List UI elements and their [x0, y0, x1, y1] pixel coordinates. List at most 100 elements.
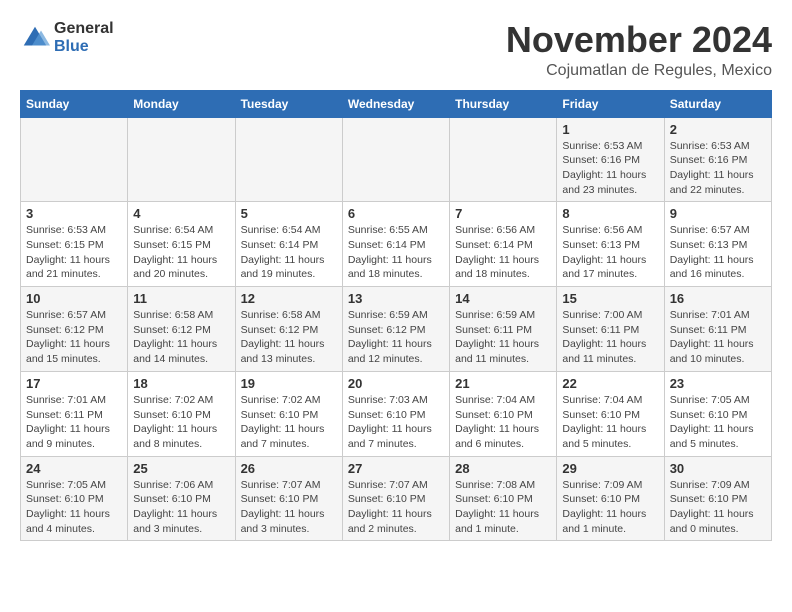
logo-text: General Blue [54, 20, 114, 55]
day-info: Sunrise: 6:53 AMSunset: 6:16 PMDaylight:… [670, 139, 766, 198]
day-number: 6 [348, 206, 444, 221]
day-number: 30 [670, 461, 766, 476]
day-number: 26 [241, 461, 337, 476]
day-info: Sunrise: 6:57 AMSunset: 6:12 PMDaylight:… [26, 308, 122, 367]
day-info: Sunrise: 6:55 AMSunset: 6:14 PMDaylight:… [348, 223, 444, 282]
week-row-4: 17 Sunrise: 7:01 AMSunset: 6:11 PMDayligh… [21, 371, 772, 456]
col-thursday: Thursday [450, 90, 557, 117]
day-cell: 24Sunrise: 7:05 AMSunset: 6:10 PMDayligh… [21, 456, 128, 541]
day-cell: 7Sunrise: 6:56 AMSunset: 6:14 PMDaylight… [450, 202, 557, 287]
day-number: 5 [241, 206, 337, 221]
day-info: Sunrise: 7:01 AMSunset: 6:11 PMDaylight:… [670, 308, 766, 367]
day-cell: 20Sunrise: 7:03 AMSunset: 6:10 PMDayligh… [342, 371, 449, 456]
day-number: 14 [455, 291, 551, 306]
day-cell: 14 Sunrise: 6:59 AMSunset: 6:11 PMDayligh… [450, 287, 557, 372]
day-cell: 10 Sunrise: 6:57 AMSunset: 6:12 PMDayligh… [21, 287, 128, 372]
day-cell: 26Sunrise: 7:07 AMSunset: 6:10 PMDayligh… [235, 456, 342, 541]
col-monday: Monday [128, 90, 235, 117]
day-number: 20 [348, 376, 444, 391]
day-cell: 8Sunrise: 6:56 AMSunset: 6:13 PMDaylight… [557, 202, 664, 287]
day-number: 2 [670, 122, 766, 137]
day-cell: 5 Sunrise: 6:54 AMSunset: 6:14 PMDaylight… [235, 202, 342, 287]
location: Cojumatlan de Regules, Mexico [506, 62, 772, 80]
day-cell: 12 Sunrise: 6:58 AMSunset: 6:12 PMDayligh… [235, 287, 342, 372]
day-info: Sunrise: 6:57 AMSunset: 6:13 PMDaylight:… [670, 223, 766, 282]
day-info: Sunrise: 6:54 AMSunset: 6:14 PMDaylight:… [241, 223, 337, 282]
col-tuesday: Tuesday [235, 90, 342, 117]
week-row-3: 10 Sunrise: 6:57 AMSunset: 6:12 PMDayligh… [21, 287, 772, 372]
day-number: 23 [670, 376, 766, 391]
day-cell: 29Sunrise: 7:09 AMSunset: 6:10 PMDayligh… [557, 456, 664, 541]
week-row-2: 3Sunrise: 6:53 AMSunset: 6:15 PMDaylight… [21, 202, 772, 287]
week-row-5: 24Sunrise: 7:05 AMSunset: 6:10 PMDayligh… [21, 456, 772, 541]
day-info: Sunrise: 6:53 AMSunset: 6:15 PMDaylight:… [26, 223, 122, 282]
day-info: Sunrise: 6:54 AMSunset: 6:15 PMDaylight:… [133, 223, 229, 282]
page-header: General Blue November 2024 Cojumatlan de… [20, 20, 772, 80]
week-row-1: 1Sunrise: 6:53 AMSunset: 6:16 PMDaylight… [21, 117, 772, 202]
day-info: Sunrise: 6:53 AMSunset: 6:16 PMDaylight:… [562, 139, 658, 198]
day-number: 11 [133, 291, 229, 306]
day-number: 4 [133, 206, 229, 221]
day-cell: 4 Sunrise: 6:54 AMSunset: 6:15 PMDaylight… [128, 202, 235, 287]
day-cell: 19 Sunrise: 7:02 AMSunset: 6:10 PMDayligh… [235, 371, 342, 456]
day-number: 28 [455, 461, 551, 476]
day-cell: 6 Sunrise: 6:55 AMSunset: 6:14 PMDaylight… [342, 202, 449, 287]
day-cell: 30 Sunrise: 7:09 AMSunset: 6:10 PMDayligh… [664, 456, 771, 541]
day-info: Sunrise: 6:58 AMSunset: 6:12 PMDaylight:… [241, 308, 337, 367]
col-wednesday: Wednesday [342, 90, 449, 117]
day-info: Sunrise: 7:01 AMSunset: 6:11 PMDaylight:… [26, 393, 122, 452]
day-number: 15 [562, 291, 658, 306]
day-cell: 18 Sunrise: 7:02 AMSunset: 6:10 PMDayligh… [128, 371, 235, 456]
day-info: Sunrise: 7:02 AMSunset: 6:10 PMDaylight:… [241, 393, 337, 452]
day-number: 9 [670, 206, 766, 221]
day-info: Sunrise: 7:04 AMSunset: 6:10 PMDaylight:… [562, 393, 658, 452]
day-info: Sunrise: 6:56 AMSunset: 6:13 PMDaylight:… [562, 223, 658, 282]
day-number: 13 [348, 291, 444, 306]
day-cell: 25Sunrise: 7:06 AMSunset: 6:10 PMDayligh… [128, 456, 235, 541]
day-cell: 23 Sunrise: 7:05 AMSunset: 6:10 PMDayligh… [664, 371, 771, 456]
day-number: 18 [133, 376, 229, 391]
day-info: Sunrise: 7:04 AMSunset: 6:10 PMDaylight:… [455, 393, 551, 452]
day-info: Sunrise: 7:05 AMSunset: 6:10 PMDaylight:… [670, 393, 766, 452]
day-number: 29 [562, 461, 658, 476]
day-cell: 2 Sunrise: 6:53 AMSunset: 6:16 PMDaylight… [664, 117, 771, 202]
day-info: Sunrise: 7:06 AMSunset: 6:10 PMDaylight:… [133, 478, 229, 537]
day-cell: 16 Sunrise: 7:01 AMSunset: 6:11 PMDayligh… [664, 287, 771, 372]
day-number: 17 [26, 376, 122, 391]
day-cell: 11Sunrise: 6:58 AMSunset: 6:12 PMDayligh… [128, 287, 235, 372]
day-cell [342, 117, 449, 202]
day-info: Sunrise: 7:09 AMSunset: 6:10 PMDaylight:… [670, 478, 766, 537]
day-cell: 1Sunrise: 6:53 AMSunset: 6:16 PMDaylight… [557, 117, 664, 202]
day-cell [21, 117, 128, 202]
day-cell [235, 117, 342, 202]
day-info: Sunrise: 7:07 AMSunset: 6:10 PMDaylight:… [348, 478, 444, 537]
month-title: November 2024 [506, 20, 772, 60]
day-info: Sunrise: 7:02 AMSunset: 6:10 PMDaylight:… [133, 393, 229, 452]
day-cell: 21 Sunrise: 7:04 AMSunset: 6:10 PMDayligh… [450, 371, 557, 456]
day-number: 12 [241, 291, 337, 306]
logo-general: General [54, 20, 114, 38]
day-info: Sunrise: 6:59 AMSunset: 6:11 PMDaylight:… [455, 308, 551, 367]
day-cell: 9 Sunrise: 6:57 AMSunset: 6:13 PMDaylight… [664, 202, 771, 287]
header-row: Sunday Monday Tuesday Wednesday Thursday… [21, 90, 772, 117]
calendar-body: 1Sunrise: 6:53 AMSunset: 6:16 PMDaylight… [21, 117, 772, 541]
day-cell: 3Sunrise: 6:53 AMSunset: 6:15 PMDaylight… [21, 202, 128, 287]
day-cell: 27 Sunrise: 7:07 AMSunset: 6:10 PMDayligh… [342, 456, 449, 541]
logo: General Blue [20, 20, 114, 55]
day-number: 21 [455, 376, 551, 391]
logo-icon [20, 23, 50, 53]
day-number: 24 [26, 461, 122, 476]
col-sunday: Sunday [21, 90, 128, 117]
logo-blue: Blue [54, 38, 114, 56]
day-info: Sunrise: 7:00 AMSunset: 6:11 PMDaylight:… [562, 308, 658, 367]
title-section: November 2024 Cojumatlan de Regules, Mex… [506, 20, 772, 80]
day-cell: 13Sunrise: 6:59 AMSunset: 6:12 PMDayligh… [342, 287, 449, 372]
day-number: 27 [348, 461, 444, 476]
day-number: 16 [670, 291, 766, 306]
col-friday: Friday [557, 90, 664, 117]
day-cell: 17 Sunrise: 7:01 AMSunset: 6:11 PMDayligh… [21, 371, 128, 456]
day-number: 19 [241, 376, 337, 391]
day-cell [450, 117, 557, 202]
day-cell: 28Sunrise: 7:08 AMSunset: 6:10 PMDayligh… [450, 456, 557, 541]
day-number: 10 [26, 291, 122, 306]
